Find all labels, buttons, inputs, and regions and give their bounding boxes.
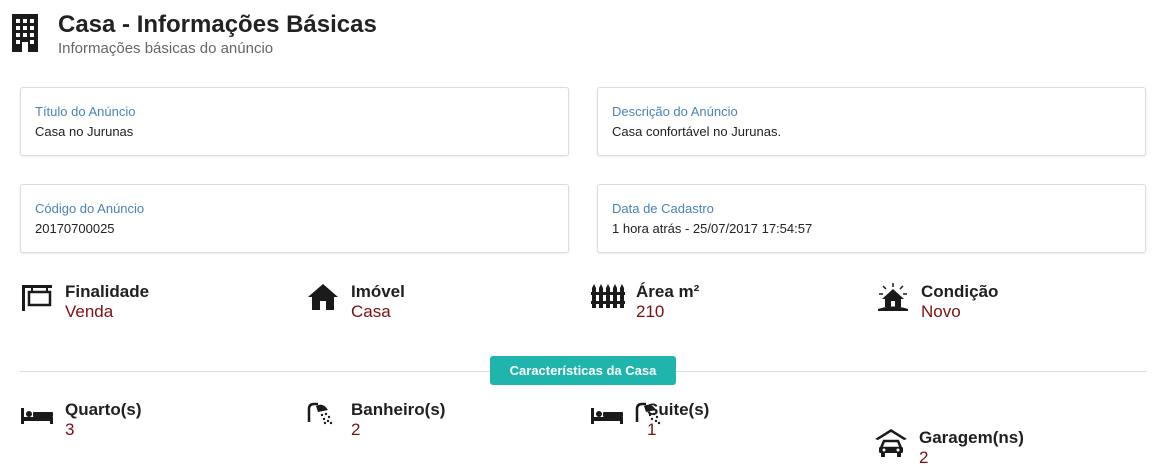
card-label: Código do Anúncio	[35, 201, 145, 216]
building-icon	[12, 14, 38, 52]
card-titulo: Título do Anúncio Casa no Jurunas	[20, 87, 569, 156]
page-subtitle: Informações básicas do anúncio	[58, 40, 274, 57]
summary-label: Condição	[921, 282, 999, 301]
feature-value: 2	[919, 448, 929, 467]
summary-label: Imóvel	[351, 282, 405, 301]
summary-imovel: Imóvel Casa	[306, 282, 405, 322]
summary-area: Área m² 210	[591, 282, 699, 322]
card-descricao: Descrição do Anúncio Casa confortável no…	[597, 87, 1146, 156]
card-data-cadastro: Data de Cadastro 1 hora atrás - 25/07/20…	[597, 184, 1146, 253]
shower-icon	[306, 400, 340, 430]
card-value: 1 hora atrás - 25/07/2017 17:54:57	[612, 221, 813, 236]
feature-label: Suite(s)	[647, 400, 710, 419]
feature-label: Banheiro(s)	[351, 400, 446, 419]
card-label: Descrição do Anúncio	[612, 104, 738, 119]
page-header: Casa - Informações Básicas Informações b…	[10, 10, 377, 58]
summary-condicao: Condição Novo	[876, 282, 998, 322]
summary-value: Novo	[921, 302, 961, 321]
feature-label: Garagem(ns)	[919, 428, 1024, 447]
garage-car-icon	[874, 428, 908, 458]
summary-finalidade: Finalidade Venda	[20, 282, 149, 322]
summary-value: Casa	[351, 302, 391, 321]
feature-garagem: Garagem(ns) 2	[874, 428, 1024, 468]
house-icon	[306, 282, 340, 312]
card-label: Data de Cadastro	[612, 201, 714, 216]
feature-suites: Suite(s) 1	[590, 400, 709, 440]
feature-label: Quarto(s)	[65, 400, 142, 419]
for-sale-sign-icon	[20, 282, 54, 312]
card-value: Casa confortável no Jurunas.	[612, 124, 782, 139]
new-house-icon	[876, 282, 910, 312]
card-value: 20170700025	[35, 221, 115, 236]
card-codigo: Código do Anúncio 20170700025	[20, 184, 569, 253]
feature-value: 1	[647, 420, 657, 439]
fence-icon	[591, 282, 625, 312]
feature-value: 2	[351, 420, 361, 439]
section-badge: Características da Casa	[490, 356, 676, 385]
summary-value: 210	[636, 302, 665, 321]
summary-value: Venda	[65, 302, 114, 321]
summary-label: Finalidade	[65, 282, 150, 301]
bed-icon	[20, 400, 54, 430]
card-value: Casa no Jurunas	[35, 124, 134, 139]
card-label: Título do Anúncio	[35, 104, 136, 119]
feature-banheiros: Banheiro(s) 2	[306, 400, 445, 440]
page-title: Casa - Informações Básicas	[58, 11, 377, 38]
feature-quartos: Quarto(s) 3	[20, 400, 142, 440]
feature-value: 3	[65, 420, 75, 439]
summary-label: Área m²	[636, 282, 700, 301]
